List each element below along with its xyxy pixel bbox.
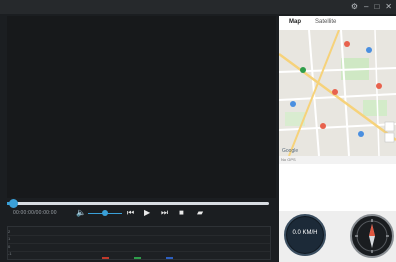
window-controls: ⚙ – □ ✕ [351,2,392,12]
timecode: 00:00:00/00:00:00 [13,210,57,216]
stop-icon[interactable]: ■ [179,208,184,218]
map-attribution: Google [282,148,299,154]
gps-status-bar: No GPS [279,156,396,164]
app-window: ⚙ – □ ✕ 00:00:00/00:00:00 🔈 ⏮ ▶ ⏭ ■ ▰ 2 … [0,0,396,262]
speedometer: 0.0 KM/H [284,214,326,256]
settings-icon[interactable]: ⚙ [351,2,358,12]
sensor-graph: 2 1 0 -1 [7,226,271,260]
info-panel [279,164,396,211]
play-icon[interactable]: ▶ [144,208,150,218]
graph-x-marker [102,257,109,259]
graph-axis-label: 0 [8,244,11,249]
graph-axis-label: -1 [8,251,12,256]
close-icon[interactable]: ✕ [385,2,392,12]
title-bar: ⚙ – □ ✕ [0,0,396,14]
map-panel[interactable]: Map Satellite Google [279,16,396,156]
volume-icon[interactable]: 🔈 [76,208,86,217]
video-viewport[interactable] [7,16,276,198]
playback-controls: 00:00:00/00:00:00 🔈 ⏮ ▶ ⏭ ■ ▰ [7,207,276,221]
volume-handle[interactable] [102,210,108,216]
map-type-tabs: Map Satellite [279,16,396,31]
compass-icon [355,219,389,253]
graph-axis-label: 2 [8,229,11,234]
graph-axis-label: 1 [8,236,11,241]
gps-status: No GPS [281,157,296,162]
map-canvas[interactable] [279,30,396,156]
graph-z-marker [166,257,173,259]
compass [350,214,394,258]
maximize-icon[interactable]: □ [374,2,379,12]
graph-y-marker [134,257,141,259]
folder-icon[interactable]: ▰ [197,208,203,218]
minimize-icon[interactable]: – [364,2,368,12]
tab-satellite[interactable]: Satellite [315,19,336,25]
next-icon[interactable]: ⏭ [161,208,168,218]
previous-icon[interactable]: ⏮ [127,208,134,218]
tab-map[interactable]: Map [289,19,301,25]
seek-bar[interactable] [7,199,269,208]
speed-readout: 0.0 KM/H [292,230,318,236]
